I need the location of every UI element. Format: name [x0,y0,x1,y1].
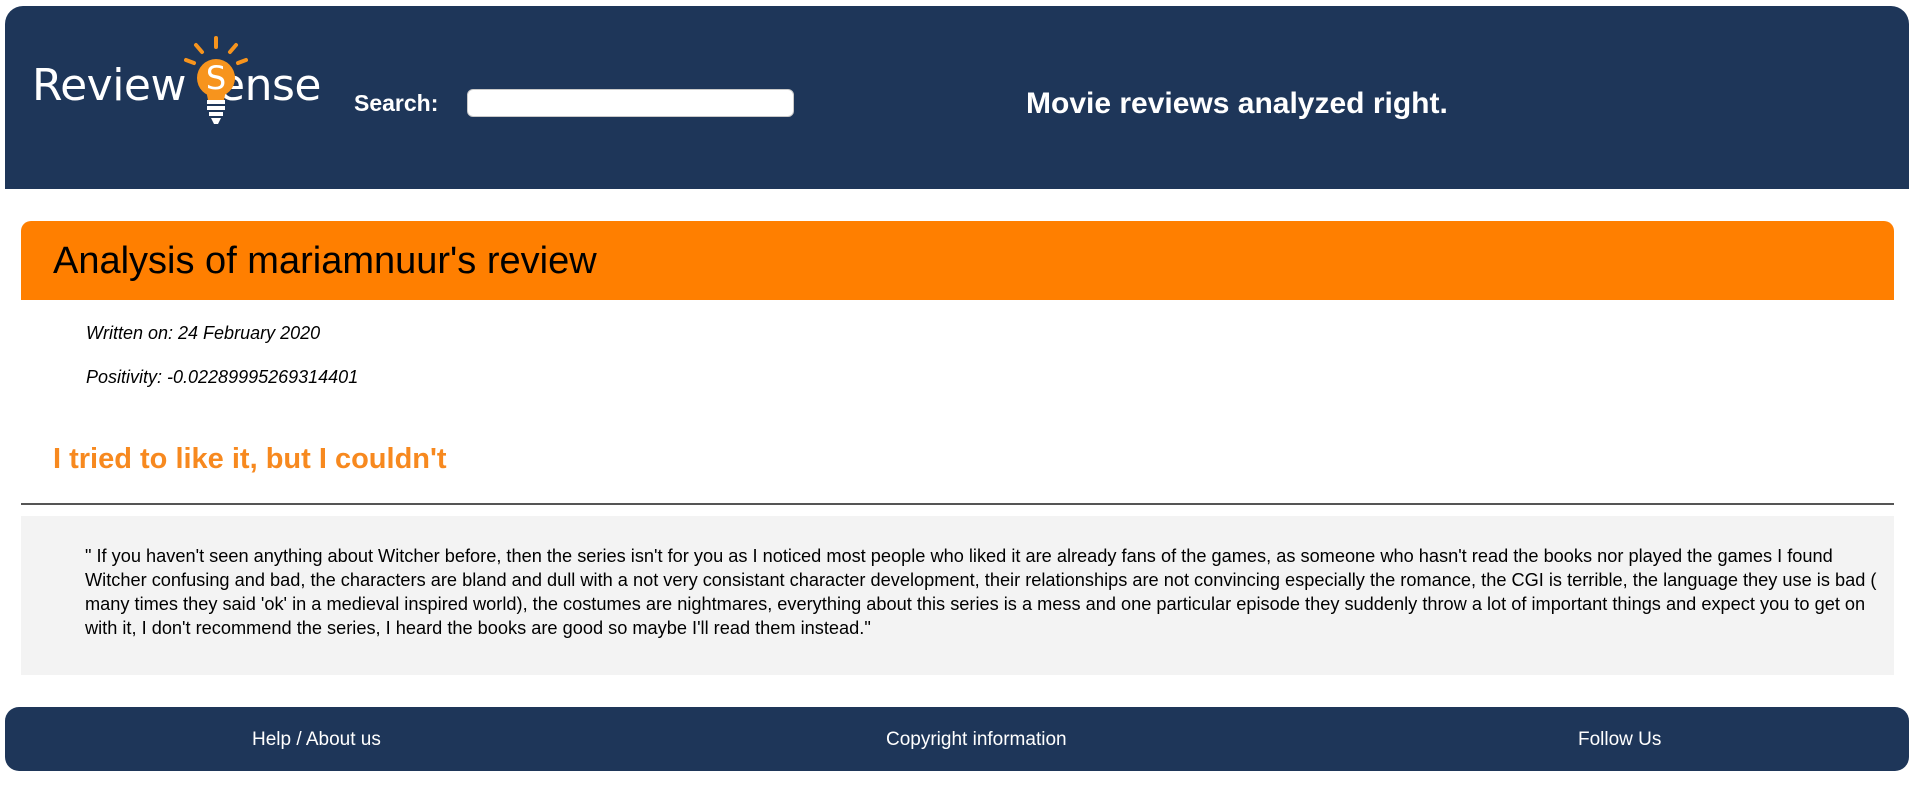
site-tagline: Movie reviews analyzed right. [1026,87,1448,120]
logo-text-prefix: Review [32,60,187,111]
logo-text: Review ense [32,64,321,108]
review-title: I tried to like it, but I couldn't [53,443,447,475]
search-label: Search: [354,90,439,116]
site-footer: Help / About us Copyright information Fo… [5,707,1909,771]
review-body-box: " If you haven't seen anything about Wit… [21,516,1894,675]
site-header: Review ense S Search: Movie reviews analy… [5,6,1909,189]
page-title-bar: Analysis of mariamnuur's review [21,221,1894,300]
divider [21,503,1894,505]
review-positivity-score: Positivity: -0.02289995269314401 [86,367,359,387]
footer-link-follow-us[interactable]: Follow Us [1578,728,1661,752]
page-title: Analysis of mariamnuur's review [53,240,597,282]
footer-link-copyright[interactable]: Copyright information [886,728,1067,752]
reviewsense-logo[interactable]: Review ense S [32,36,332,131]
logo-letter-s: S [206,59,226,97]
review-text: " If you haven't seen anything about Wit… [85,546,1877,638]
review-written-date: Written on: 24 February 2020 [86,323,321,343]
footer-link-help-about[interactable]: Help / About us [252,728,381,752]
lightbulb-icon: S [184,36,248,124]
search-input[interactable] [467,89,794,117]
